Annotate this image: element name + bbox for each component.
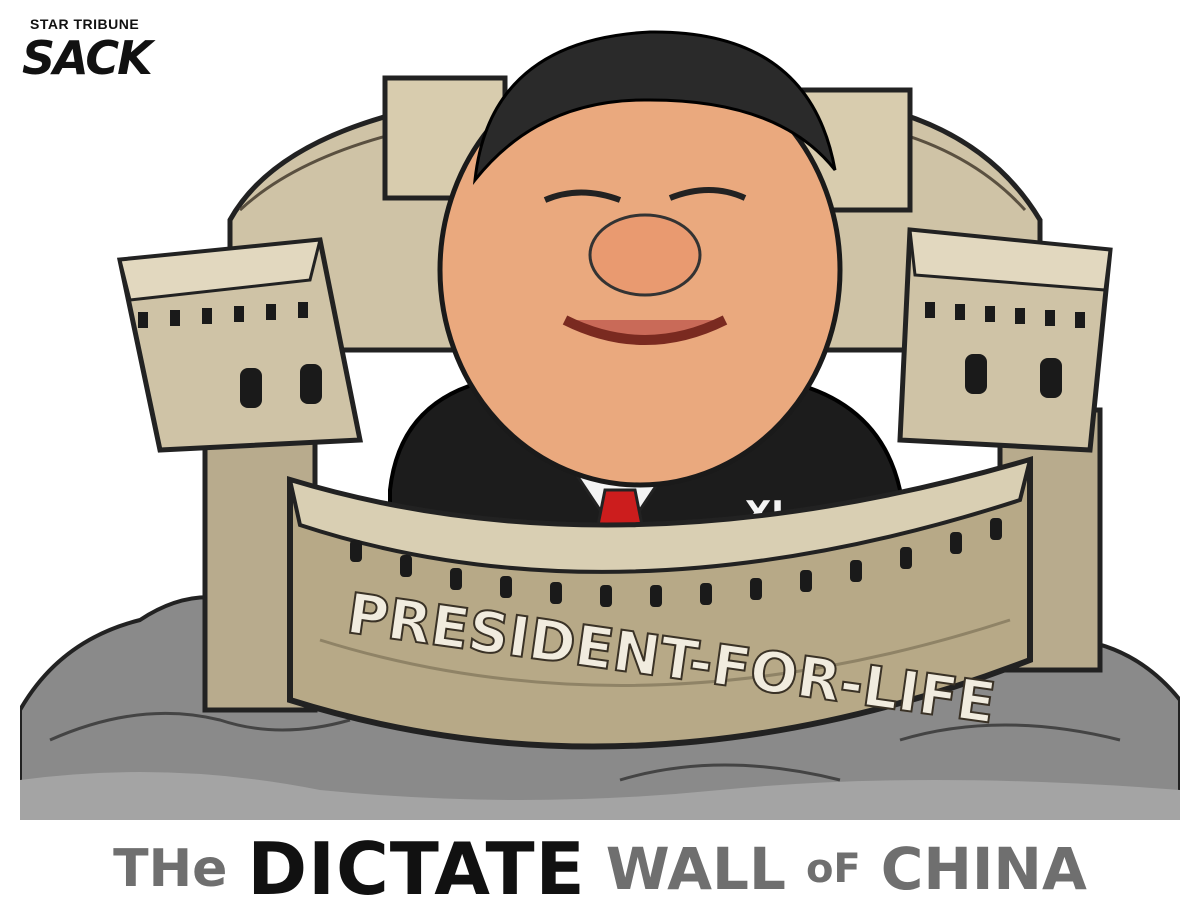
caption-word-the: THe [113,838,228,899]
caption-word-dictate: DICTATE [247,826,586,911]
caption-word-wall: WALL [605,834,786,903]
caption-word-china: CHINA [880,834,1087,903]
cartoon-caption: THe DICTATE WALL oF CHINA [0,820,1200,911]
caption-word-of: oF [805,845,861,892]
cartoon-illustration: XI PRESIDENT-FOR-LIFE [20,30,1180,820]
